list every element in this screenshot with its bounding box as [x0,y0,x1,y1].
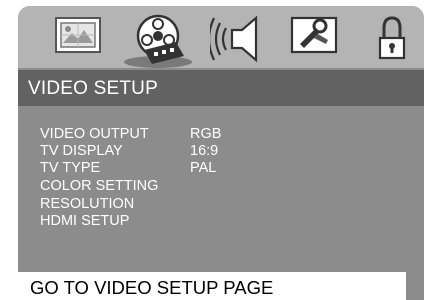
tab-audio-setup[interactable] [210,6,274,68]
status-hint-bar: GO TO VIDEO SETUP PAGE [18,272,406,300]
menu-item-label: RESOLUTION [40,196,135,212]
setup-tab-bar [18,6,424,68]
menu-item-value: 16:9 [190,143,219,159]
video-film-reel-icon [124,14,192,68]
tab-preference-setup[interactable] [286,6,342,68]
general-setup-icon [55,17,101,53]
tab-password-setup[interactable] [372,6,412,68]
menu-item-value: PAL [190,160,217,176]
menu-item-label: VIDEO OUTPUT [40,126,149,142]
page-title: VIDEO SETUP [28,78,158,99]
menu-item-label: HDMI SETUP [40,213,130,229]
page-title-bar: VIDEO SETUP [18,70,424,106]
tab-general-setup[interactable] [52,6,108,68]
menu-item-value: RGB [190,126,222,142]
setup-menu-frame: VIDEO SETUP VIDEO OUTPUT RGB TV DISPLAY … [18,6,424,300]
audio-speaker-icon [210,15,258,63]
password-lock-icon [378,16,406,60]
preference-tools-icon [290,16,338,54]
hint-bar-end-cap [406,272,424,300]
status-hint-text: GO TO VIDEO SETUP PAGE [30,277,274,298]
tab-video-setup[interactable] [114,6,202,68]
menu-item-label: COLOR SETTING [40,178,159,194]
menu-item-label: TV DISPLAY [40,143,123,159]
menu-item-label: TV TYPE [40,160,101,176]
video-setup-menu: VIDEO OUTPUT RGB TV DISPLAY 16:9 TV TYPE… [18,108,424,270]
